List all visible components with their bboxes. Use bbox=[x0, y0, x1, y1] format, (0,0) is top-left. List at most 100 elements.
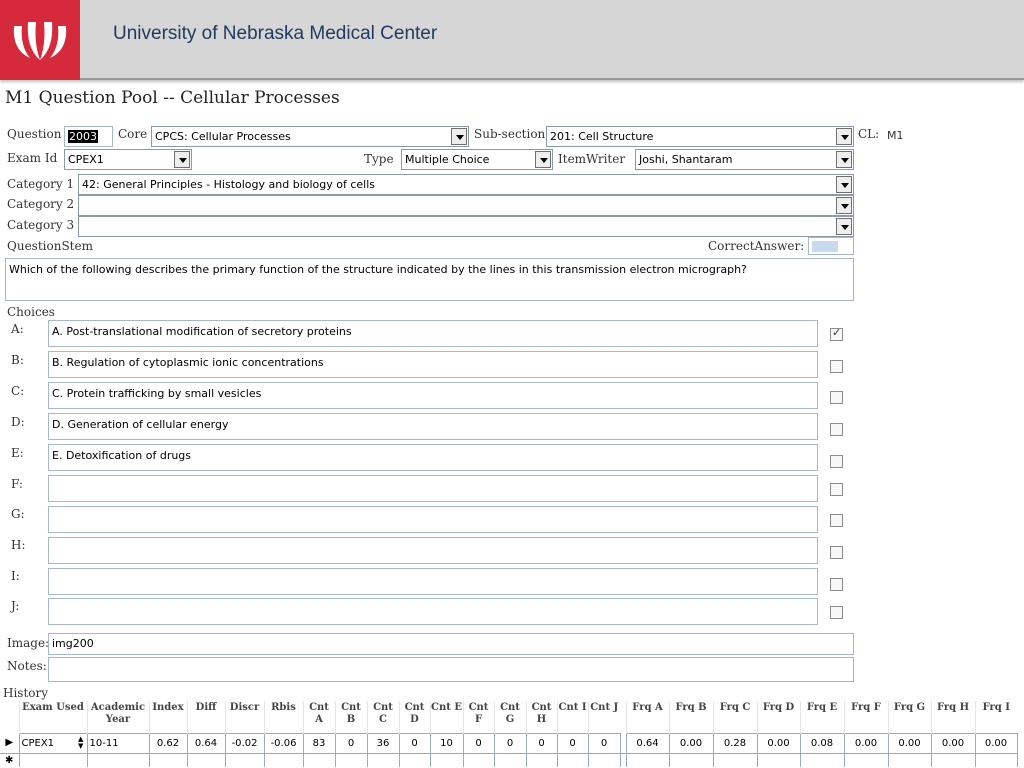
new-cell[interactable] bbox=[556, 752, 589, 767]
choice-g-correct-checkbox[interactable] bbox=[830, 514, 843, 527]
choice-letter: C: bbox=[11, 384, 25, 398]
new-cell[interactable] bbox=[799, 752, 845, 767]
choice-j-correct-checkbox[interactable] bbox=[830, 606, 843, 619]
question-label: Question bbox=[7, 127, 62, 141]
choice-d-field[interactable]: D. Generation of cellular energy bbox=[48, 413, 818, 440]
new-cell[interactable] bbox=[625, 752, 670, 767]
new-cell[interactable] bbox=[18, 752, 88, 767]
spin-button-icon[interactable]: ▲ ▼ bbox=[75, 732, 88, 754]
choice-c-field[interactable]: C. Protein trafficking by small vesicles bbox=[48, 382, 818, 409]
choice-letter: J: bbox=[11, 599, 20, 613]
choice-h-correct-checkbox[interactable] bbox=[830, 546, 843, 559]
cell-frq-f[interactable]: 0.00 bbox=[843, 732, 889, 754]
chevron-down-icon[interactable] bbox=[836, 218, 852, 235]
chevron-down-icon[interactable] bbox=[451, 128, 467, 145]
choice-c-correct-checkbox[interactable] bbox=[830, 391, 843, 404]
cell-academic-year[interactable]: 10-11 bbox=[86, 732, 150, 754]
cell-cnt-d[interactable]: 0 bbox=[398, 732, 431, 754]
choice-j-field[interactable] bbox=[48, 598, 818, 625]
subsection-select[interactable]: 201: Cell Structure bbox=[546, 126, 854, 147]
new-cell[interactable] bbox=[334, 752, 368, 767]
new-cell[interactable] bbox=[148, 752, 188, 767]
cell-cnt-j[interactable]: 0 bbox=[587, 732, 621, 754]
cell-frq-h[interactable]: 0.00 bbox=[930, 732, 976, 754]
cell-cnt-f[interactable]: 0 bbox=[462, 732, 495, 754]
new-cell[interactable] bbox=[302, 752, 336, 767]
choice-e-correct-checkbox[interactable] bbox=[830, 455, 843, 468]
new-cell[interactable] bbox=[224, 752, 265, 767]
new-cell[interactable] bbox=[756, 752, 801, 767]
cell-cnt-g[interactable]: 0 bbox=[493, 732, 527, 754]
chevron-down-icon[interactable] bbox=[174, 151, 190, 168]
category1-select[interactable]: 42: General Principles - Histology and b… bbox=[78, 174, 854, 195]
chevron-down-icon[interactable] bbox=[836, 176, 852, 193]
new-cell[interactable] bbox=[668, 752, 714, 767]
cell-frq-c[interactable]: 0.28 bbox=[712, 732, 758, 754]
image-field[interactable]: img200 bbox=[48, 633, 854, 655]
type-select[interactable]: Multiple Choice bbox=[401, 149, 553, 170]
new-cell[interactable] bbox=[366, 752, 400, 767]
choice-a-correct-checkbox[interactable] bbox=[830, 326, 843, 341]
new-cell[interactable] bbox=[525, 752, 558, 767]
new-record-row[interactable]: ✱ bbox=[0, 752, 1018, 767]
current-row-indicator-icon[interactable]: ▶ bbox=[0, 733, 19, 753]
choice-g-field[interactable] bbox=[48, 506, 818, 533]
new-cell[interactable] bbox=[930, 752, 976, 767]
question-stem-field[interactable]: Which of the following describes the pri… bbox=[5, 258, 854, 301]
question-id-field[interactable]: 2003 bbox=[64, 126, 113, 147]
new-cell[interactable] bbox=[843, 752, 889, 767]
new-cell[interactable] bbox=[429, 752, 464, 767]
cell-rbis[interactable]: -0.06 bbox=[263, 732, 304, 754]
item-writer-select[interactable]: Joshi, Shantaram bbox=[635, 149, 854, 170]
category2-select[interactable] bbox=[78, 195, 854, 216]
cell-frq-i[interactable]: 0.00 bbox=[974, 732, 1018, 754]
new-cell[interactable] bbox=[887, 752, 932, 767]
cell-frq-a[interactable]: 0.64 bbox=[625, 732, 670, 754]
correct-answer-field[interactable] bbox=[808, 237, 854, 255]
cell-exam-used[interactable]: CPEX1 bbox=[18, 732, 75, 754]
choice-e-field[interactable]: E. Detoxification of drugs bbox=[48, 444, 818, 471]
choice-i-correct-checkbox[interactable] bbox=[830, 578, 843, 591]
table-row[interactable]: ▶ CPEX1 ▲ ▼ 10-11 0.62 0.64 -0.02 -0.06 8… bbox=[0, 732, 1018, 754]
new-cell[interactable] bbox=[263, 752, 304, 767]
choice-f-correct-checkbox[interactable] bbox=[830, 483, 843, 496]
chevron-down-icon[interactable] bbox=[535, 151, 551, 168]
cell-index[interactable]: 0.62 bbox=[148, 732, 188, 754]
choice-b-field[interactable]: B. Regulation of cytoplasmic ionic conce… bbox=[48, 351, 818, 378]
chevron-down-icon[interactable] bbox=[836, 197, 852, 214]
cell-cnt-c[interactable]: 36 bbox=[366, 732, 400, 754]
choice-h-field[interactable] bbox=[48, 537, 818, 564]
category3-select[interactable] bbox=[78, 216, 854, 237]
new-cell[interactable] bbox=[462, 752, 495, 767]
choice-a-field[interactable]: A. Post-translational modification of se… bbox=[48, 320, 818, 347]
choice-d-correct-checkbox[interactable] bbox=[830, 423, 843, 436]
choice-b-correct-checkbox[interactable] bbox=[830, 360, 843, 373]
chevron-down-icon[interactable] bbox=[836, 151, 852, 168]
new-cell[interactable] bbox=[587, 752, 621, 767]
cell-cnt-b[interactable]: 0 bbox=[334, 732, 368, 754]
cell-diff[interactable]: 0.64 bbox=[186, 732, 226, 754]
exam-id-select[interactable]: CPEX1 bbox=[64, 149, 192, 170]
cell-frq-b[interactable]: 0.00 bbox=[668, 732, 714, 754]
new-cell[interactable] bbox=[186, 752, 226, 767]
cell-frq-e[interactable]: 0.08 bbox=[799, 732, 845, 754]
new-cell[interactable] bbox=[493, 752, 527, 767]
cell-cnt-i[interactable]: 0 bbox=[556, 732, 589, 754]
cell-frq-g[interactable]: 0.00 bbox=[887, 732, 932, 754]
new-cell[interactable] bbox=[712, 752, 758, 767]
cell-frq-d[interactable]: 0.00 bbox=[756, 732, 801, 754]
cell-discr[interactable]: -0.02 bbox=[224, 732, 265, 754]
chevron-down-icon[interactable] bbox=[836, 128, 852, 145]
new-record-icon[interactable]: ✱ bbox=[0, 752, 19, 767]
new-cell[interactable] bbox=[398, 752, 431, 767]
cell-cnt-e[interactable]: 10 bbox=[429, 732, 464, 754]
core-select[interactable]: CPCS: Cellular Processes bbox=[151, 126, 469, 147]
subsection-label: Sub-section bbox=[474, 127, 546, 141]
new-cell[interactable] bbox=[974, 752, 1018, 767]
choice-i-field[interactable] bbox=[48, 568, 818, 595]
notes-field[interactable] bbox=[48, 657, 854, 682]
choice-f-field[interactable] bbox=[48, 475, 818, 502]
cell-cnt-h[interactable]: 0 bbox=[525, 732, 558, 754]
cell-cnt-a[interactable]: 83 bbox=[302, 732, 336, 754]
new-cell[interactable] bbox=[86, 752, 150, 767]
